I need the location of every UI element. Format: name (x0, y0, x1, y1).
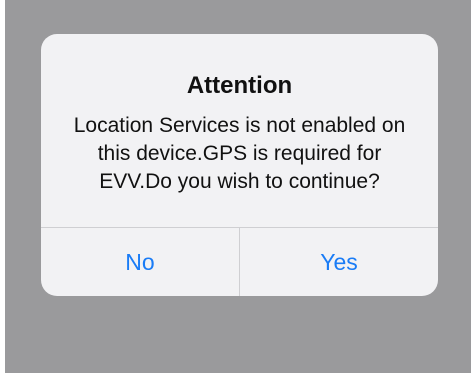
alert-title: Attention (186, 72, 293, 99)
alert-actions: No Yes (41, 228, 438, 296)
alert-dialog: Attention Location Services is not enabl… (41, 34, 438, 296)
alert-body: Attention Location Services is not enabl… (41, 34, 438, 227)
alert-message: Location Services is not enabled on this… (73, 114, 406, 193)
yes-button[interactable]: Yes (240, 228, 438, 296)
dimmed-backdrop: Attention Location Services is not enabl… (5, 0, 471, 373)
no-button[interactable]: No (41, 228, 239, 296)
